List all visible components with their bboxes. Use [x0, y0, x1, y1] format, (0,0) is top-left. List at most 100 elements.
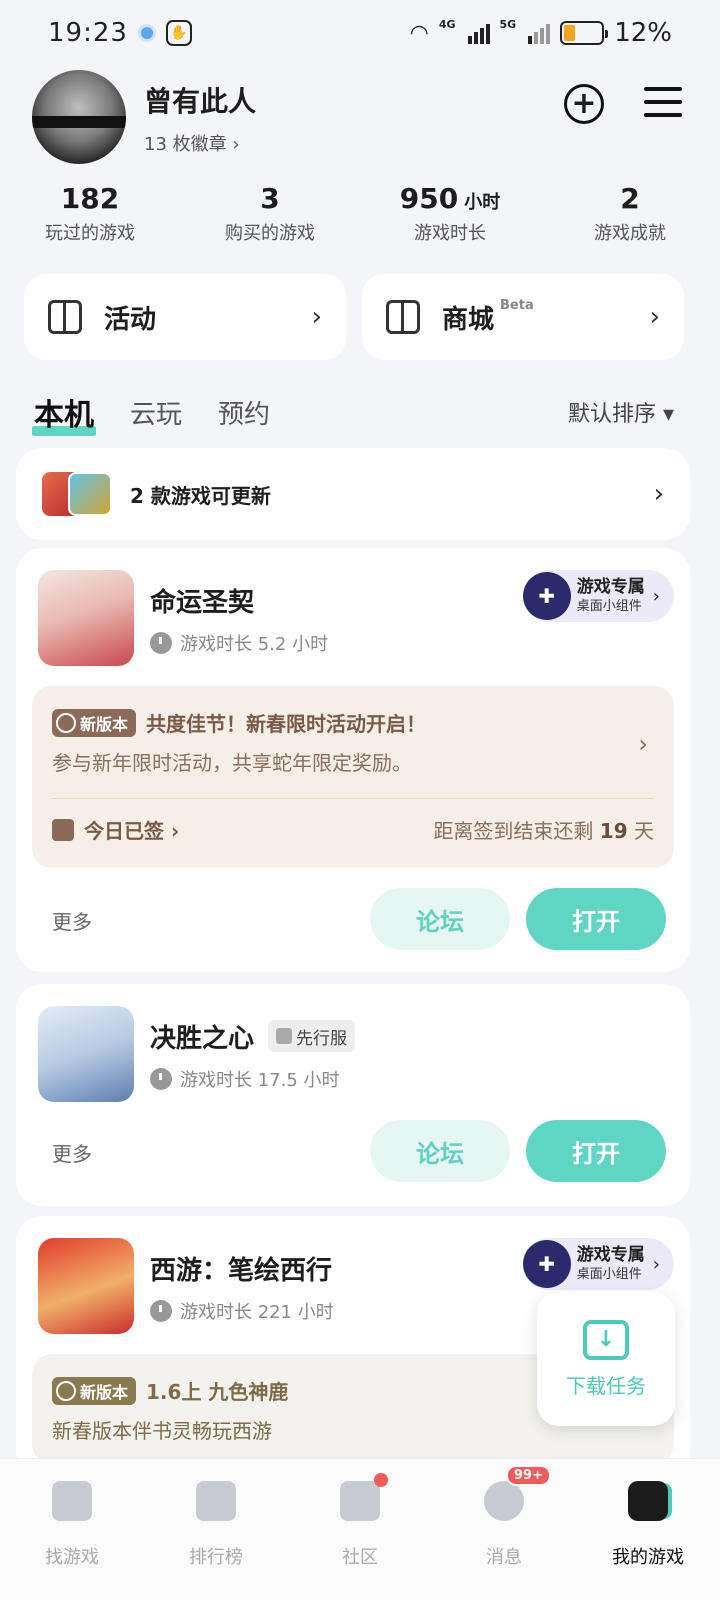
game-name[interactable]: 西游：笔绘西行 — [150, 1250, 332, 1287]
signal-icon — [467, 22, 490, 44]
game-playtime: 游戏时长 5.2 小时 — [150, 630, 328, 656]
stat-unit: 小时 — [464, 192, 501, 213]
wifi-icon: ◠ — [409, 20, 429, 46]
promo-banner[interactable]: 新版本 共度佳节！新春限时活动开启！ 参与新年限时活动，共享蛇年限定奖励。 › … — [32, 686, 674, 868]
battery-percent: 12% — [614, 18, 672, 48]
hand-icon: ✋ — [165, 20, 192, 46]
stat-label: 购买的游戏 — [225, 223, 315, 244]
promo-desc: 参与新年限时活动，共享蛇年限定奖励。 — [52, 751, 412, 775]
game-icon[interactable] — [38, 1238, 134, 1334]
unread-dot — [374, 1473, 388, 1487]
community-icon — [340, 1481, 380, 1521]
signal-icon — [528, 22, 551, 44]
countdown-days: 19 — [599, 819, 628, 843]
ranking-icon — [196, 1481, 236, 1521]
nav-label: 找游戏 — [45, 1547, 99, 1568]
calendar-icon — [52, 818, 74, 841]
tab-reserve[interactable]: 预约 — [218, 394, 270, 431]
chevron-right-icon: › — [649, 302, 660, 332]
update-game-icons — [42, 472, 112, 516]
game-icon[interactable] — [38, 1006, 134, 1102]
download-tasks-button[interactable]: ↓ 下载任务 — [537, 1292, 675, 1426]
stat-playtime[interactable]: 950 小时 游戏时长 — [360, 182, 540, 245]
new-version-tag: 新版本 — [52, 1376, 137, 1405]
more-button[interactable]: 更多 — [52, 906, 92, 935]
my-games-icon — [628, 1481, 668, 1521]
nav-label: 我的游戏 — [612, 1547, 684, 1568]
find-game-icon — [52, 1481, 92, 1521]
nav-label: 消息 — [486, 1547, 522, 1568]
badges-link[interactable]: 13 枚徽章 › — [144, 130, 240, 156]
update-banner[interactable]: 2 款游戏可更新 › — [16, 448, 690, 540]
tag-text: 先行服 — [296, 1028, 347, 1049]
nav-ranking[interactable]: 排行榜 — [144, 1459, 288, 1600]
nav-my-games[interactable]: 我的游戏 — [576, 1459, 720, 1600]
network-5g-label: 5G — [499, 18, 517, 31]
stat-label: 玩过的游戏 — [45, 223, 135, 244]
avatar[interactable] — [32, 70, 126, 164]
update-text: 2 款游戏可更新 — [130, 483, 271, 508]
open-button[interactable]: 打开 — [526, 888, 666, 950]
divider — [52, 798, 654, 799]
more-button[interactable]: 更多 — [52, 1138, 92, 1167]
chevron-right-icon: › — [653, 479, 664, 509]
stat-played[interactable]: 182 玩过的游戏 — [0, 182, 180, 245]
widget-title: 游戏专属 — [576, 577, 645, 597]
chevron-right-icon: › — [652, 585, 660, 607]
stat-value: 3 — [260, 182, 280, 215]
gift-icon — [48, 300, 82, 334]
timer-icon — [150, 1068, 172, 1090]
widget-button[interactable]: ✚ 游戏专属 桌面小组件 › — [522, 570, 674, 622]
network-4g-label: 4G — [438, 18, 456, 31]
menu-icon[interactable] — [644, 84, 682, 120]
add-icon[interactable]: + — [564, 84, 604, 124]
activity-button[interactable]: 活动 › — [24, 274, 346, 360]
store-label: 商城 — [442, 304, 495, 335]
username[interactable]: 曾有此人 — [144, 80, 256, 120]
playtime-text: 游戏时长 221 小时 — [180, 1302, 334, 1323]
timer-icon — [150, 1300, 172, 1322]
stat-value: 950 — [399, 182, 459, 215]
stat-label: 游戏成就 — [594, 223, 666, 244]
status-bar: 19:23 ✋ ◠ 4G 5G 12% — [0, 0, 720, 66]
download-icon: ↓ — [583, 1319, 629, 1360]
tab-cloud[interactable]: 云玩 — [130, 394, 182, 431]
forum-button[interactable]: 论坛 — [370, 1120, 510, 1182]
stat-value: 182 — [60, 182, 120, 215]
tag-text: 新版本 — [80, 1382, 129, 1402]
download-tasks-label: 下载任务 — [566, 1373, 646, 1398]
nav-label: 社区 — [342, 1547, 378, 1568]
gamepad-icon: ✚ — [522, 1240, 571, 1288]
tab-local[interactable]: 本机 — [32, 390, 96, 436]
stat-purchased[interactable]: 3 购买的游戏 — [180, 182, 360, 245]
checkin-button[interactable]: 今日已签 › — [52, 815, 179, 844]
countdown-suffix: 天 — [634, 819, 654, 843]
widget-title: 游戏专属 — [576, 1245, 645, 1265]
notification-icon — [137, 24, 156, 42]
unread-badge: 99+ — [506, 1465, 551, 1486]
chevron-right-icon: › — [638, 730, 648, 758]
game-name[interactable]: 命运圣契 — [150, 582, 254, 619]
sort-dropdown[interactable]: 默认排序 ▾ — [568, 396, 674, 428]
game-name[interactable]: 决胜之心 — [150, 1018, 254, 1055]
widget-subtitle: 桌面小组件 — [576, 1267, 642, 1282]
nav-label: 排行榜 — [189, 1547, 243, 1568]
game-tabs: 本机 云玩 预约 默认排序 ▾ — [32, 390, 674, 436]
profile-header: 曾有此人 13 枚徽章 › + — [32, 70, 692, 170]
game-icon[interactable] — [38, 570, 134, 666]
status-time: 19:23 — [48, 18, 128, 48]
forum-button[interactable]: 论坛 — [370, 888, 510, 950]
nav-community[interactable]: 社区 — [288, 1459, 432, 1600]
stat-achievements[interactable]: 2 游戏成就 — [540, 182, 720, 245]
open-button[interactable]: 打开 — [526, 1120, 666, 1182]
game-playtime: 游戏时长 221 小时 — [150, 1298, 334, 1324]
bottom-nav: 找游戏 排行榜 社区 99+ 消息 我的游戏 — [0, 1458, 720, 1600]
checkin-text: 今日已签 › — [84, 819, 180, 843]
promo-title: 共度佳节！新春限时活动开启！ — [146, 712, 427, 736]
store-button[interactable]: 商城 Beta › — [362, 274, 684, 360]
nav-find-game[interactable]: 找游戏 — [0, 1459, 144, 1600]
nav-messages[interactable]: 99+ 消息 — [432, 1459, 576, 1600]
widget-button[interactable]: ✚ 游戏专属 桌面小组件 › — [522, 1238, 674, 1290]
game-card: 命运圣契 游戏时长 5.2 小时 ✚ 游戏专属 桌面小组件 › 新版本 共度佳节！… — [16, 548, 690, 972]
new-version-tag: 新版本 — [52, 708, 137, 737]
